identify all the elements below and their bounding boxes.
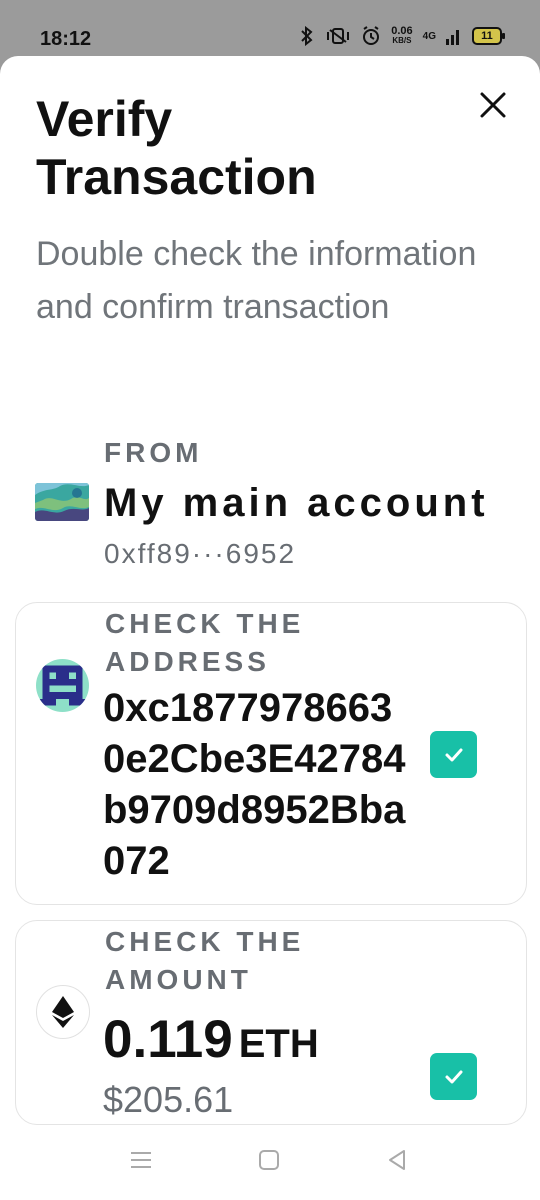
status-bar: 18:12 0.06 KB/S 4G 11 — [0, 0, 540, 60]
account-avatar — [35, 483, 89, 521]
ethereum-icon — [36, 985, 90, 1039]
status-time: 18:12 — [40, 28, 92, 50]
page-title: Verify Transaction — [36, 91, 317, 205]
close-icon[interactable] — [478, 90, 508, 120]
back-icon[interactable] — [385, 1148, 409, 1172]
recipient-avatar — [36, 659, 89, 712]
amount-unit: ETH — [238, 1022, 319, 1066]
checkmark-icon — [445, 748, 462, 761]
check-address-label: CHECK THE ADDRESS — [105, 608, 305, 677]
address-confirm-checkbox[interactable] — [430, 731, 477, 778]
alarm-icon — [363, 26, 380, 45]
recipient-address: 0xc18779786630e2Cbe3E42784b9709d8952Bba0… — [103, 686, 406, 883]
network-speed: 0.06 KB/S — [391, 25, 413, 46]
vibrate-icon — [327, 28, 350, 44]
checkmark-icon — [445, 1070, 462, 1083]
account-name: My main account — [104, 481, 489, 525]
home-icon[interactable] — [257, 1148, 281, 1172]
network-type: 4G — [422, 30, 436, 42]
from-label: FROM — [104, 437, 203, 468]
status-icons: 0.06 KB/S 4G 11 — [299, 25, 505, 46]
battery-indicator: 11 — [472, 27, 505, 45]
amount-confirm-checkbox[interactable] — [430, 1053, 477, 1100]
system-navigation-bar — [0, 1125, 540, 1200]
signal-icon — [446, 30, 459, 45]
bluetooth-icon — [301, 26, 313, 46]
verify-transaction-sheet: Verify Transaction Double check the info… — [0, 56, 540, 1200]
check-amount-label: CHECK THE AMOUNT — [105, 926, 305, 995]
page-subtitle: Double check the information and confirm… — [36, 235, 477, 326]
amount-fiat: $205.61 — [103, 1079, 234, 1120]
address-check-card: CHECK THE ADDRESS 0xc18779786630e2Cbe3E4… — [15, 602, 527, 905]
account-address: 0xff89···6952 — [104, 538, 297, 569]
amount-check-card: CHECK THE AMOUNT 0.119 ETH $205.61 — [15, 920, 527, 1125]
amount-value: 0.119 — [103, 1010, 233, 1069]
amount-row: 0.119 ETH — [103, 1009, 319, 1070]
menu-icon[interactable] — [129, 1148, 153, 1172]
